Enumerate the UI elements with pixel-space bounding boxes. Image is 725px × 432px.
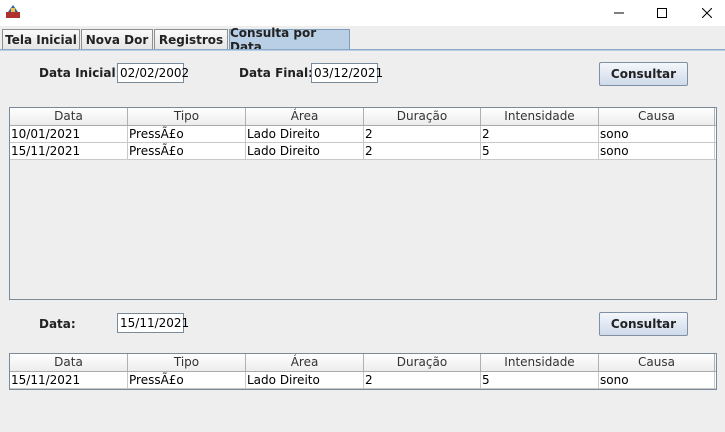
col-duracao[interactable]: Duração bbox=[364, 354, 481, 371]
close-icon bbox=[702, 8, 712, 18]
tab-consulta-por-data[interactable]: Consulta por Data bbox=[229, 26, 350, 54]
cell-duracao: 2 bbox=[364, 372, 481, 388]
table-row[interactable]: 15/11/2021 PressÃ£o Lado Direito 2 5 son… bbox=[10, 372, 716, 389]
consultar-date-button[interactable]: Consultar bbox=[599, 312, 688, 336]
col-area[interactable]: Área bbox=[246, 354, 364, 371]
title-bar bbox=[0, 0, 725, 26]
col-intensidade[interactable]: Intensidade bbox=[481, 108, 599, 125]
table-row[interactable]: 10/01/2021 PressÃ£o Lado Direito 2 2 son… bbox=[10, 126, 716, 143]
maximize-button[interactable] bbox=[639, 0, 685, 26]
table-row[interactable]: 15/11/2021 PressÃ£o Lado Direito 2 5 son… bbox=[10, 143, 716, 160]
col-data[interactable]: Data bbox=[10, 354, 128, 371]
results-table[interactable]: Data Tipo Área Duração Intensidade Causa… bbox=[9, 107, 717, 300]
tab-registros[interactable]: Registros bbox=[154, 29, 228, 50]
tab-tela-inicial[interactable]: Tela Inicial bbox=[2, 29, 80, 50]
tab-separator bbox=[0, 49, 725, 51]
cell-tipo: PressÃ£o bbox=[128, 372, 246, 388]
cell-tipo: PressÃ£o bbox=[128, 143, 246, 159]
col-causa[interactable]: Causa bbox=[599, 108, 715, 125]
minimize-icon bbox=[614, 12, 624, 14]
col-area[interactable]: Área bbox=[246, 108, 364, 125]
col-tipo[interactable]: Tipo bbox=[128, 354, 246, 371]
data-field[interactable]: 15/11/2021 bbox=[117, 313, 189, 333]
cell-area: Lado Direito bbox=[246, 372, 364, 388]
col-intensidade[interactable]: Intensidade bbox=[481, 354, 599, 371]
data-label: Data: bbox=[39, 317, 76, 331]
col-duracao[interactable]: Duração bbox=[364, 108, 481, 125]
results-table-header: Data Tipo Área Duração Intensidade Causa bbox=[10, 108, 716, 126]
col-causa[interactable]: Causa bbox=[599, 354, 715, 371]
cell-intensidade: 5 bbox=[481, 372, 599, 388]
col-data[interactable]: Data bbox=[10, 108, 128, 125]
cell-causa: sono bbox=[599, 143, 715, 159]
cell-data: 15/11/2021 bbox=[10, 143, 128, 159]
cell-area: Lado Direito bbox=[246, 126, 364, 142]
cell-area: Lado Direito bbox=[246, 143, 364, 159]
cell-causa: sono bbox=[599, 126, 715, 142]
cell-duracao: 2 bbox=[364, 126, 481, 142]
cell-causa: sono bbox=[599, 372, 715, 388]
consultar-range-button[interactable]: Consultar bbox=[599, 62, 688, 86]
cell-intensidade: 2 bbox=[481, 126, 599, 142]
single-table-header: Data Tipo Área Duração Intensidade Causa bbox=[10, 354, 716, 372]
data-final-label: Data Final: bbox=[239, 66, 313, 80]
tab-nova-dor[interactable]: Nova Dor bbox=[81, 29, 153, 50]
data-inicial-field[interactable]: 02/02/2002 bbox=[117, 63, 189, 83]
cell-tipo: PressÃ£o bbox=[128, 126, 246, 142]
cell-intensidade: 5 bbox=[481, 143, 599, 159]
close-button[interactable] bbox=[684, 0, 725, 26]
cell-data: 10/01/2021 bbox=[10, 126, 128, 142]
col-tipo[interactable]: Tipo bbox=[128, 108, 246, 125]
data-final-field[interactable]: 03/12/2021 bbox=[311, 63, 383, 83]
java-app-icon bbox=[6, 5, 20, 18]
maximize-icon bbox=[657, 8, 667, 18]
cell-duracao: 2 bbox=[364, 143, 481, 159]
data-inicial-label: Data Inicial: bbox=[39, 66, 121, 80]
minimize-button[interactable] bbox=[596, 0, 642, 26]
cell-data: 15/11/2021 bbox=[10, 372, 128, 388]
single-result-table[interactable]: Data Tipo Área Duração Intensidade Causa… bbox=[9, 353, 717, 390]
